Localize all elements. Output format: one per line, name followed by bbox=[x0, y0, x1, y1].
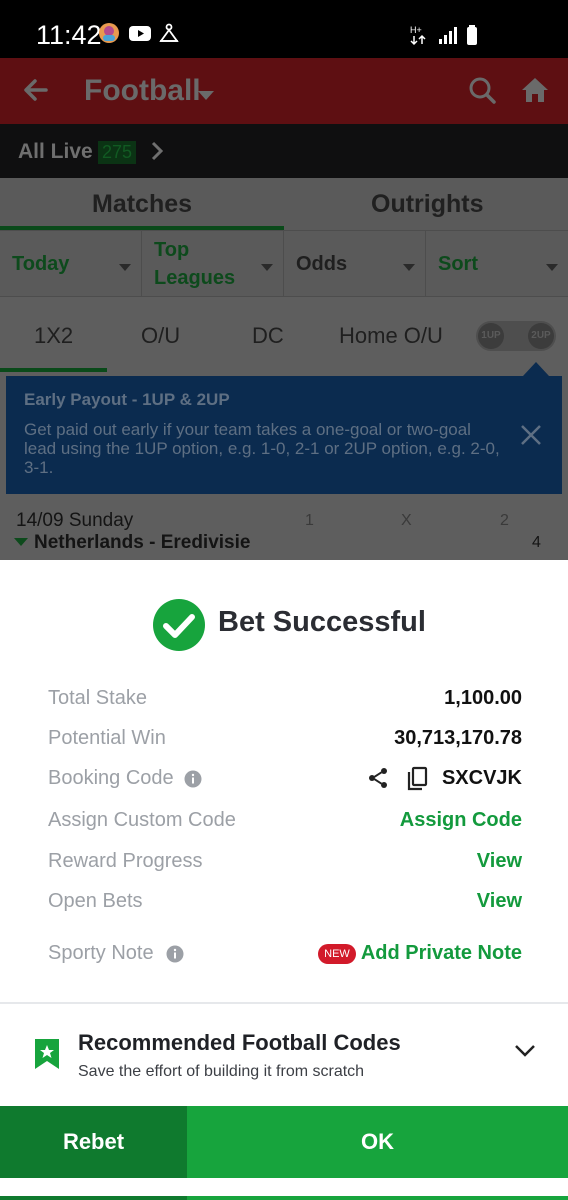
filter-top-leagues-label-2: Leagues bbox=[154, 267, 236, 289]
caret-down-icon bbox=[403, 259, 415, 277]
ok-button[interactable]: OK bbox=[187, 1106, 568, 1178]
sport-title[interactable]: Football bbox=[84, 74, 201, 108]
market-1x2[interactable]: 1X2 bbox=[34, 323, 73, 349]
svg-text:H+: H+ bbox=[410, 25, 422, 35]
info-icon[interactable] bbox=[184, 770, 202, 793]
bottom-strip bbox=[0, 1178, 568, 1200]
tabs-row: Matches Outrights bbox=[0, 178, 568, 230]
avatar-icon bbox=[98, 22, 120, 44]
recommended-title: Recommended Football Codes bbox=[78, 1030, 401, 1055]
early-payout-tooltip: Early Payout - 1UP & 2UP Get paid out ea… bbox=[6, 376, 562, 494]
league-name[interactable]: Netherlands - Eredivisie bbox=[14, 532, 250, 554]
sheet-title: Bet Successful bbox=[218, 606, 426, 638]
caret-down-icon[interactable] bbox=[198, 88, 214, 106]
search-icon[interactable] bbox=[468, 76, 496, 109]
market-ou[interactable]: O/U bbox=[141, 323, 180, 349]
copy-icon[interactable] bbox=[406, 766, 428, 797]
total-stake-value: 1,100.00 bbox=[444, 687, 522, 709]
early-payout-title: Early Payout - 1UP & 2UP bbox=[24, 390, 230, 409]
reward-progress-label: Reward Progress bbox=[48, 850, 203, 872]
signal-icon bbox=[438, 25, 458, 50]
potential-win-label: Potential Win bbox=[48, 727, 166, 749]
status-bar: 11:42 H+ bbox=[0, 0, 568, 58]
filter-odds-label: Odds bbox=[296, 253, 348, 275]
status-time: 11:42 bbox=[36, 20, 102, 50]
open-bets-row: Open Bets View bbox=[48, 887, 522, 917]
sporty-note-row: Sporty Note NEW Add Private Note bbox=[48, 939, 522, 969]
live-count-badge: 275 bbox=[98, 141, 137, 164]
booking-code-value: SXCVJK bbox=[441, 767, 522, 789]
info-icon[interactable] bbox=[166, 945, 184, 968]
assign-code-row: Assign Custom Code Assign Code bbox=[48, 806, 522, 836]
tab-outrights[interactable]: Outrights bbox=[371, 190, 484, 219]
recommended-codes-section[interactable]: Recommended Football Codes Save the effo… bbox=[0, 1004, 568, 1106]
filter-top-leagues-label-1: Top bbox=[154, 239, 190, 261]
toggle-2up: 2UP bbox=[528, 323, 554, 349]
market-dc[interactable]: DC bbox=[252, 323, 284, 349]
caret-down-icon bbox=[261, 259, 273, 277]
open-bets-label: Open Bets bbox=[48, 890, 143, 912]
close-icon[interactable] bbox=[520, 424, 542, 451]
filter-row: Today Top Leagues Odds Sort bbox=[0, 230, 568, 297]
chevron-down-icon[interactable] bbox=[514, 1044, 536, 1063]
youtube-icon bbox=[128, 22, 151, 44]
filter-top-leagues[interactable]: Top Leagues bbox=[142, 231, 284, 297]
booking-code-row: Booking Code SXCVJK bbox=[48, 764, 522, 794]
early-payout-toggle[interactable]: 1UP 2UP bbox=[476, 321, 556, 351]
filter-sort[interactable]: Sort bbox=[426, 231, 568, 297]
match-date: 14/09 Sunday bbox=[16, 510, 134, 531]
match-list-header: 14/09 Sunday 1 X 2 Netherlands - Eredivi… bbox=[0, 500, 568, 560]
status-notification-icons bbox=[98, 22, 180, 44]
assign-code-label: Assign Custom Code bbox=[48, 809, 236, 831]
caret-down-icon bbox=[14, 538, 28, 546]
filter-sort-label: Sort bbox=[438, 253, 478, 275]
reward-view-link[interactable]: View bbox=[477, 850, 522, 873]
market-home-ou[interactable]: Home O/U bbox=[339, 323, 443, 349]
caret-down-icon bbox=[119, 259, 131, 277]
data-icon: H+ bbox=[410, 24, 430, 51]
all-live-row[interactable]: All Live 275 bbox=[0, 124, 568, 178]
check-circle-icon bbox=[152, 598, 206, 657]
caret-down-icon bbox=[546, 259, 558, 277]
tooltip-pointer bbox=[523, 362, 549, 376]
potential-win-row: Potential Win 30,713,170.78 bbox=[48, 724, 522, 754]
chevron-right-icon bbox=[150, 140, 164, 167]
filter-today[interactable]: Today bbox=[0, 231, 142, 297]
early-payout-body: Get paid out early if your team takes a … bbox=[24, 420, 500, 477]
share-icon[interactable] bbox=[366, 766, 390, 795]
strip-dark bbox=[0, 1196, 187, 1200]
toggle-1up: 1UP bbox=[478, 323, 504, 349]
home-icon[interactable] bbox=[520, 76, 550, 109]
bookmark-star-icon bbox=[34, 1038, 60, 1075]
league-match-count: 4 bbox=[532, 534, 541, 551]
col-away: 2 bbox=[500, 512, 509, 529]
strip-light bbox=[187, 1196, 568, 1200]
total-stake-label: Total Stake bbox=[48, 687, 147, 709]
assign-code-link[interactable]: Assign Code bbox=[400, 809, 522, 832]
booking-code-label: Booking Code bbox=[48, 767, 174, 789]
col-draw: X bbox=[401, 512, 412, 529]
notification-icon bbox=[158, 22, 180, 44]
reward-progress-row: Reward Progress View bbox=[48, 847, 522, 877]
active-market-indicator bbox=[0, 368, 107, 372]
col-home: 1 bbox=[305, 512, 314, 529]
battery-icon bbox=[466, 24, 478, 51]
tab-matches[interactable]: Matches bbox=[92, 190, 192, 219]
rebet-button[interactable]: Rebet bbox=[0, 1106, 187, 1178]
total-stake-row: Total Stake 1,100.00 bbox=[48, 684, 522, 714]
recommended-subtitle: Save the effort of building it from scra… bbox=[78, 1063, 365, 1080]
status-system-icons: H+ bbox=[410, 24, 478, 51]
sporty-note-label: Sporty Note bbox=[48, 942, 154, 964]
filter-odds[interactable]: Odds bbox=[284, 231, 426, 297]
filter-today-label: Today bbox=[12, 253, 70, 275]
new-badge: NEW bbox=[318, 944, 356, 964]
back-arrow-icon[interactable] bbox=[22, 76, 50, 109]
add-private-note-link[interactable]: Add Private Note bbox=[361, 942, 522, 965]
potential-win-value: 30,713,170.78 bbox=[394, 727, 522, 749]
open-bets-view-link[interactable]: View bbox=[477, 890, 522, 913]
league-label: Netherlands - Eredivisie bbox=[34, 532, 251, 553]
all-live-label: All Live bbox=[18, 140, 93, 163]
app-header: Football bbox=[0, 58, 568, 124]
